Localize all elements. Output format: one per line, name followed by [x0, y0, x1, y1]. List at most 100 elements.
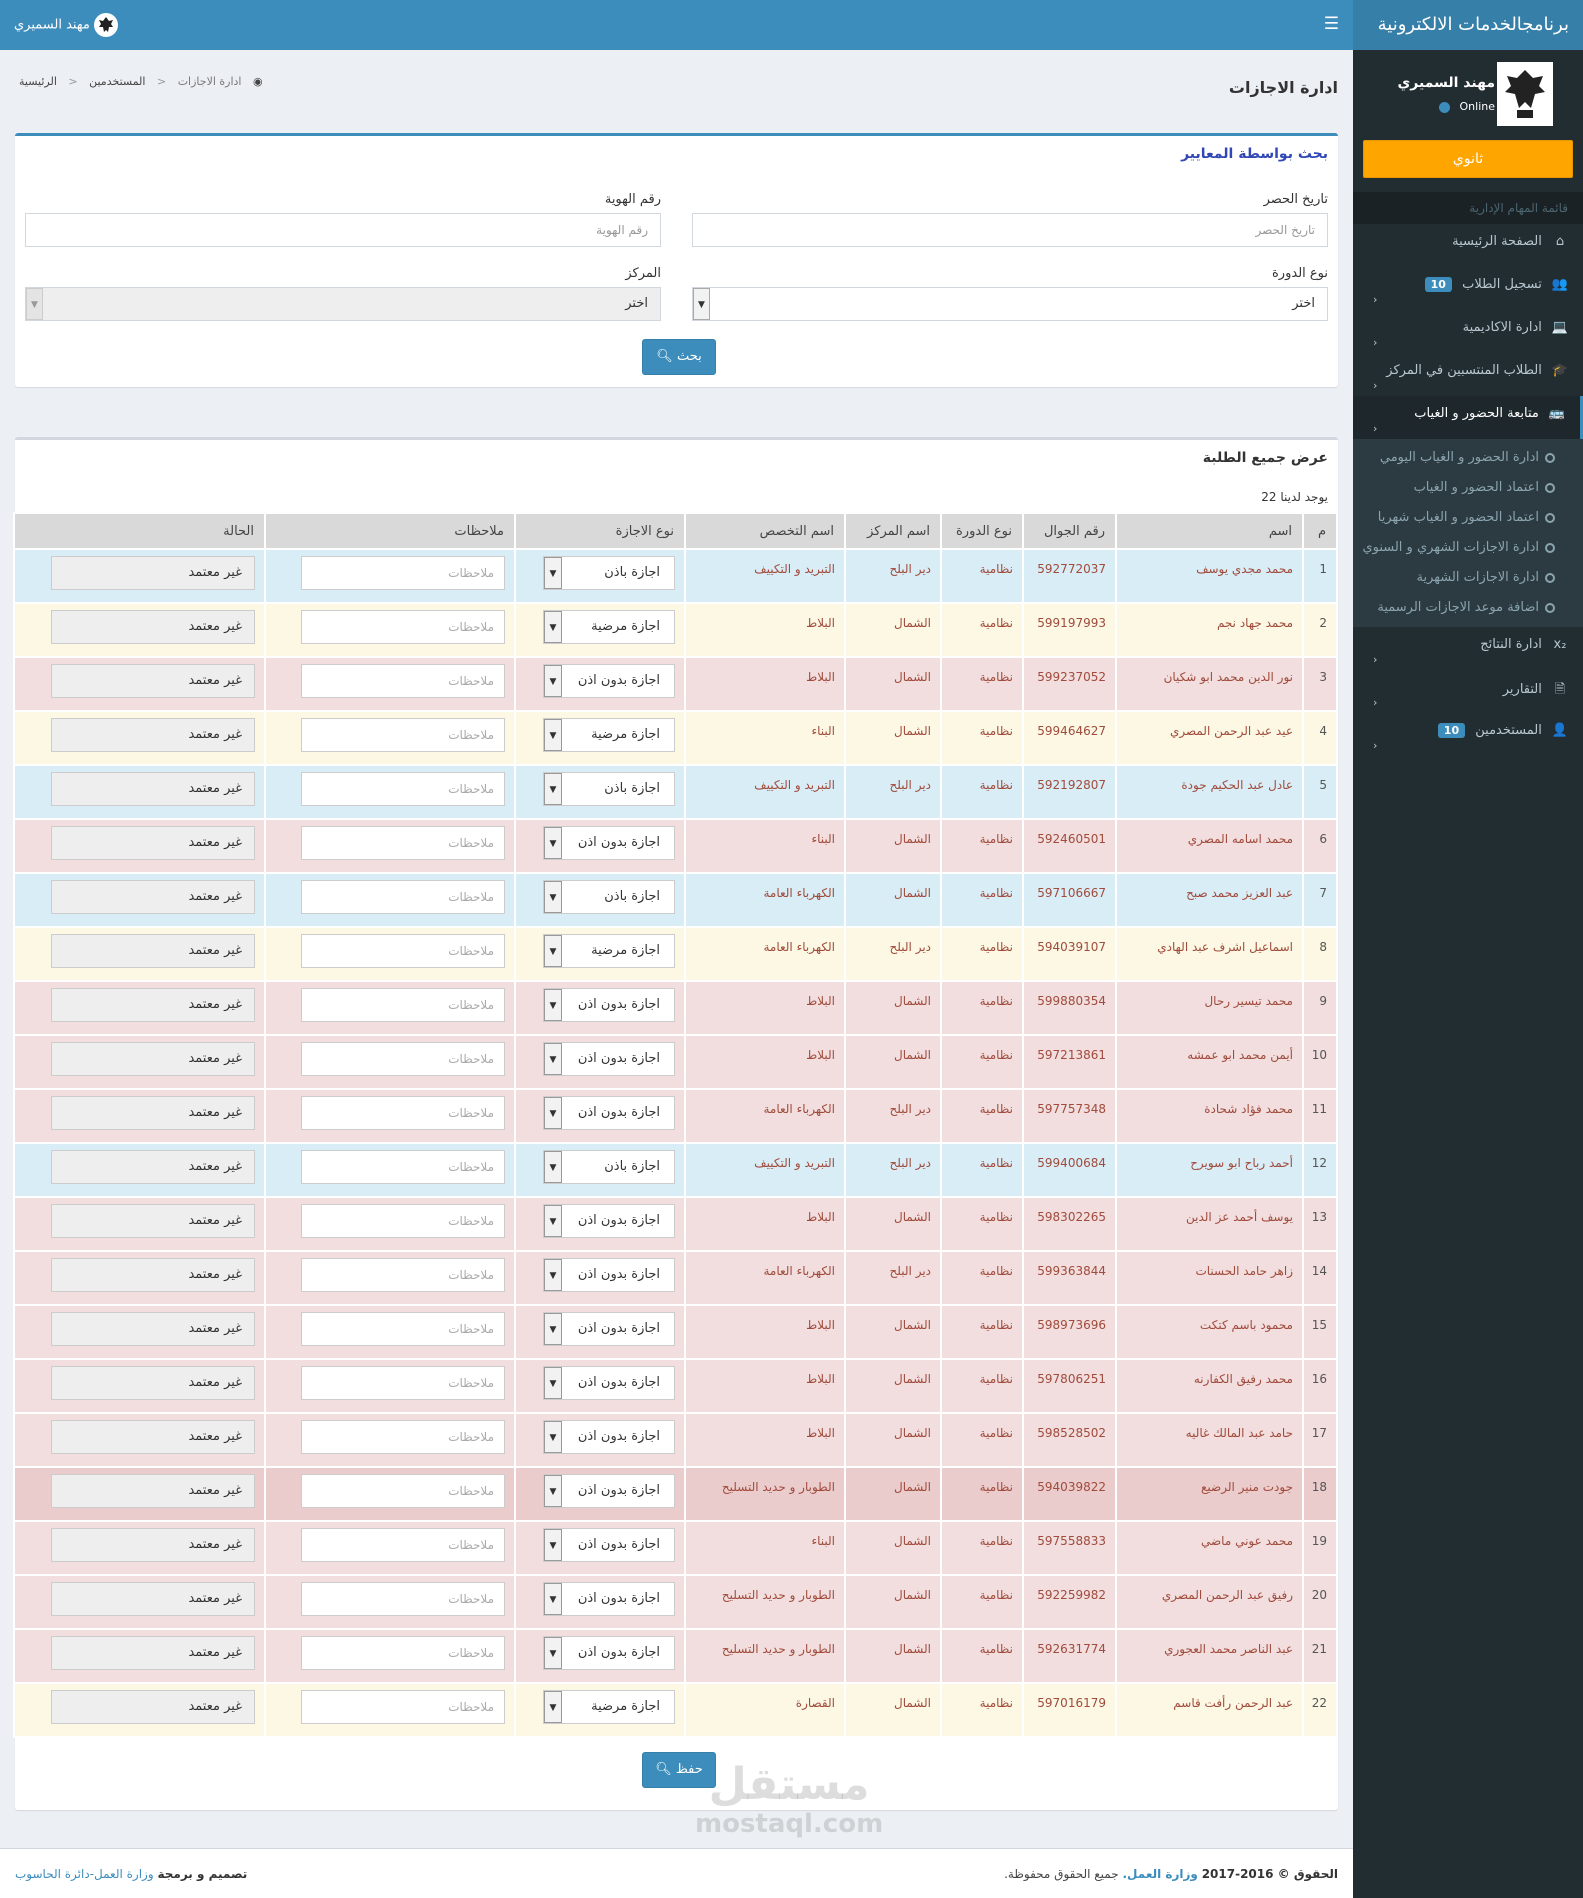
status-field[interactable]: غير معتمد: [51, 826, 255, 860]
leave-type-value: اجازة باذن: [604, 889, 660, 904]
notes-input[interactable]: ملاحظات: [301, 1150, 505, 1184]
status-field[interactable]: غير معتمد: [51, 1096, 255, 1130]
leave-type-select[interactable]: اجازة بدون اذن ▼: [543, 988, 675, 1022]
notes-input[interactable]: ملاحظات: [301, 664, 505, 698]
status-field[interactable]: غير معتمد: [51, 1582, 255, 1616]
leave-type-select[interactable]: اجازة بدون اذن ▼: [543, 1636, 675, 1670]
leave-type-select[interactable]: اجازة مرضية ▼: [543, 718, 675, 752]
notes-input[interactable]: ملاحظات: [301, 1258, 505, 1292]
leave-type-select[interactable]: اجازة بدون اذن ▼: [543, 1474, 675, 1508]
notes-input[interactable]: ملاحظات: [301, 1582, 505, 1616]
circle-icon: [1545, 542, 1555, 553]
notes-input[interactable]: ملاحظات: [301, 556, 505, 590]
leave-type-select[interactable]: اجازة بدون اذن ▼: [543, 1528, 675, 1562]
notes-input[interactable]: ملاحظات: [301, 1366, 505, 1400]
sidebar-item-reports[interactable]: 🗎 التقارير ‹: [1353, 670, 1583, 713]
status-field[interactable]: غير معتمد: [51, 610, 255, 644]
notes-input[interactable]: ملاحظات: [301, 1312, 505, 1346]
status-field[interactable]: غير معتمد: [51, 1204, 255, 1238]
hamburger-menu-icon[interactable]: ☰: [1324, 14, 1339, 34]
notes-input[interactable]: ملاحظات: [301, 1636, 505, 1670]
submenu-item[interactable]: ادارة الاجازات الشهرية: [1353, 563, 1583, 593]
sidebar-item-academy[interactable]: 💻 ادارة الاكاديمية ‹: [1353, 310, 1583, 353]
notes-input[interactable]: ملاحظات: [301, 826, 505, 860]
leave-type-cell: اجازة بدون اذن ▼: [514, 1358, 686, 1414]
notes-cell: ملاحظات: [264, 1520, 516, 1576]
leave-type-select[interactable]: اجازة باذن ▼: [543, 880, 675, 914]
notes-input[interactable]: ملاحظات: [301, 934, 505, 968]
leave-type-select[interactable]: اجازة بدون اذن ▼: [543, 1258, 675, 1292]
notes-input[interactable]: ملاحظات: [301, 1474, 505, 1508]
leave-type-select[interactable]: اجازة مرضية ▼: [543, 934, 675, 968]
sidebar-item-results[interactable]: x₂ ادارة النتائج ‹: [1353, 627, 1583, 670]
submenu-item[interactable]: ادارة الحضور و الغياب اليومي: [1353, 443, 1583, 473]
submenu-item[interactable]: اعتماد الحضور و الغياب: [1353, 473, 1583, 503]
leave-type-select[interactable]: اجازة بدون اذن ▼: [543, 1582, 675, 1616]
sidebar-item-attendance[interactable]: 🚌 متابعة الحضور و الغياب ‹ ادارة الحضور …: [1353, 396, 1583, 627]
course-type: نظامية: [940, 1520, 1024, 1576]
leave-type-select[interactable]: اجازة مرضية ▼: [543, 1690, 675, 1724]
status-field[interactable]: غير معتمد: [51, 1528, 255, 1562]
footer-credit-link[interactable]: وزارة العمل-دائرة الحاسوب: [15, 1867, 154, 1881]
status-field[interactable]: غير معتمد: [51, 1420, 255, 1454]
breadcrumb-home[interactable]: الرئيسية: [19, 75, 57, 88]
leave-type-select[interactable]: اجازة بدون اذن ▼: [543, 664, 675, 698]
leave-type-select[interactable]: اجازة باذن ▼: [543, 772, 675, 806]
submenu-item[interactable]: اضافة موعد الاجازات الرسمية: [1353, 593, 1583, 623]
leave-type-select[interactable]: اجازة بدون اذن ▼: [543, 1096, 675, 1130]
leave-type-select[interactable]: اجازة باذن ▼: [543, 556, 675, 590]
status-field[interactable]: غير معتمد: [51, 664, 255, 698]
sidebar-item-student-registration[interactable]: 👥 تسجيل الطلاب 10 ‹: [1353, 267, 1583, 310]
status-field[interactable]: غير معتمد: [51, 1042, 255, 1076]
status-field[interactable]: غير معتمد: [51, 1366, 255, 1400]
notes-input[interactable]: ملاحظات: [301, 772, 505, 806]
center-select[interactable]: اختر ▼: [25, 287, 661, 321]
status-field[interactable]: غير معتمد: [51, 772, 255, 806]
student-phone: 599880354: [1022, 980, 1117, 1036]
submenu-item[interactable]: اعتماد الحضور و الغياب شهريا: [1353, 503, 1583, 533]
notes-input[interactable]: ملاحظات: [301, 718, 505, 752]
notes-input[interactable]: ملاحظات: [301, 1528, 505, 1562]
footer-org-link[interactable]: وزارة العمل.: [1123, 1867, 1198, 1881]
status-field[interactable]: غير معتمد: [51, 988, 255, 1022]
leave-type-select[interactable]: اجازة بدون اذن ▼: [543, 1204, 675, 1238]
status-field[interactable]: غير معتمد: [51, 1150, 255, 1184]
notes-input[interactable]: ملاحظات: [301, 1096, 505, 1130]
status-field[interactable]: غير معتمد: [51, 1258, 255, 1292]
status-field[interactable]: غير معتمد: [51, 1474, 255, 1508]
status-field[interactable]: غير معتمد: [51, 718, 255, 752]
leave-type-select[interactable]: اجازة بدون اذن ▼: [543, 1420, 675, 1454]
breadcrumb-users[interactable]: المستخدمين: [89, 75, 145, 88]
course-type-select[interactable]: اختر ▼: [692, 287, 1328, 321]
status-field[interactable]: غير معتمد: [51, 880, 255, 914]
level-button[interactable]: ثانوي: [1363, 140, 1573, 178]
notes-input[interactable]: ملاحظات: [301, 610, 505, 644]
notes-input[interactable]: ملاحظات: [301, 1690, 505, 1724]
status-field[interactable]: غير معتمد: [51, 1636, 255, 1670]
app-brand[interactable]: برنامجالخدمات الالكترونية: [1353, 0, 1583, 50]
notes-input[interactable]: ملاحظات: [301, 1204, 505, 1238]
status-field[interactable]: غير معتمد: [51, 1312, 255, 1346]
leave-type-select[interactable]: اجازة باذن ▼: [543, 1150, 675, 1184]
notes-input[interactable]: ملاحظات: [301, 1420, 505, 1454]
caret-down-icon: ▼: [544, 1529, 562, 1561]
status-field[interactable]: غير معتمد: [51, 556, 255, 590]
leave-type-select[interactable]: اجازة بدون اذن ▼: [543, 826, 675, 860]
top-user-menu[interactable]: مهند السميري: [14, 13, 124, 37]
leave-type-select[interactable]: اجازة بدون اذن ▼: [543, 1042, 675, 1076]
id-input[interactable]: رقم الهوية: [25, 213, 661, 247]
date-input[interactable]: تاريخ الحصر: [692, 213, 1328, 247]
sidebar-item-users[interactable]: 👤 المستخدمين 10 ‹: [1353, 713, 1583, 756]
sidebar-item-enrolled-students[interactable]: 🎓 الطلاب المنتسبين في المركز ‹: [1353, 353, 1583, 396]
sidebar-item-home[interactable]: ⌂ الصفحة الرئيسية: [1353, 224, 1583, 267]
leave-type-select[interactable]: اجازة بدون اذن ▼: [543, 1312, 675, 1346]
leave-type-select[interactable]: اجازة مرضية ▼: [543, 610, 675, 644]
status-field[interactable]: غير معتمد: [51, 934, 255, 968]
status-field[interactable]: غير معتمد: [51, 1690, 255, 1724]
search-button[interactable]: بحث 🔍︎: [642, 339, 716, 375]
leave-type-select[interactable]: اجازة بدون اذن ▼: [543, 1366, 675, 1400]
notes-input[interactable]: ملاحظات: [301, 880, 505, 914]
submenu-item[interactable]: ادارة الاجازات الشهري و السنوي: [1353, 533, 1583, 563]
notes-input[interactable]: ملاحظات: [301, 988, 505, 1022]
notes-input[interactable]: ملاحظات: [301, 1042, 505, 1076]
